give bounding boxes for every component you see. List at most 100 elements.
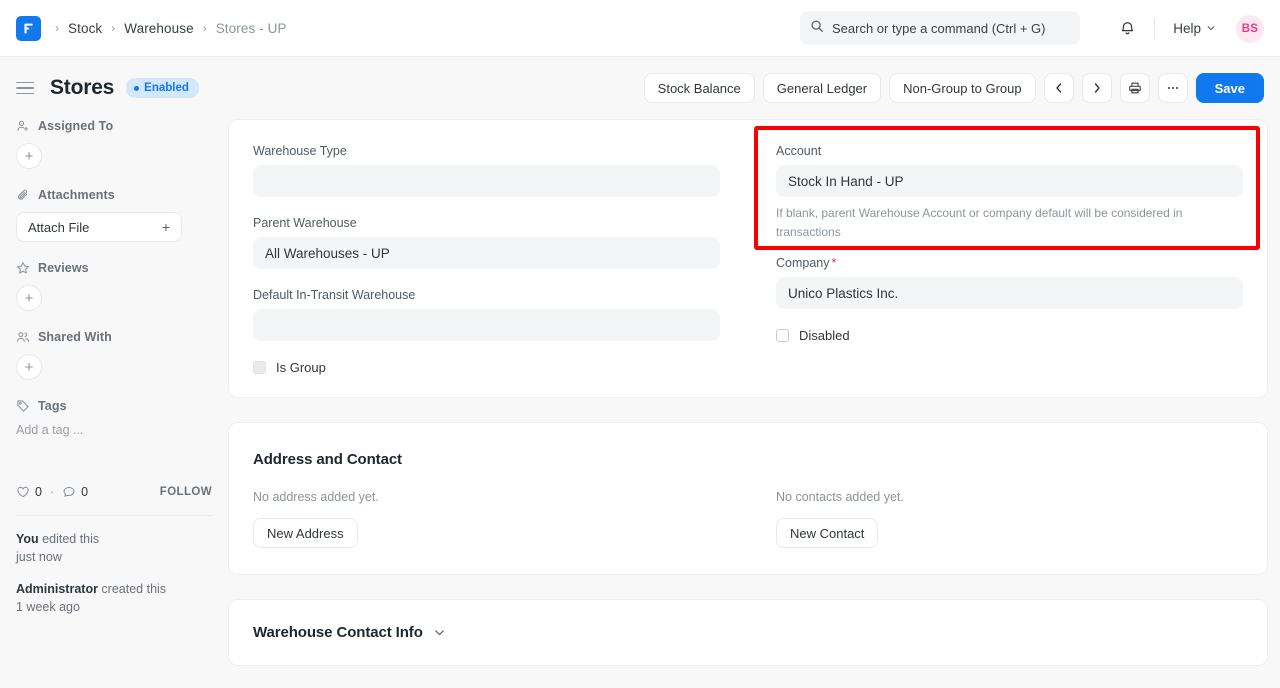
sidebar-section-attachments: Attachments Attach File + xyxy=(16,188,212,242)
breadcrumb-item-warehouse[interactable]: Warehouse xyxy=(124,21,193,36)
ellipsis-icon xyxy=(1166,81,1180,95)
breadcrumb-separator: › xyxy=(111,22,115,34)
address-column: No address added yet. New Address xyxy=(253,490,748,548)
contact-column: No contacts added yet. New Contact xyxy=(748,490,1243,548)
add-share-button[interactable]: + xyxy=(16,354,42,380)
disabled-checkbox[interactable] xyxy=(776,329,789,342)
follow-button[interactable]: FOLLOW xyxy=(160,486,212,498)
add-review-button[interactable]: + xyxy=(16,285,42,311)
warehouse-contact-info-title: Warehouse Contact Info xyxy=(253,624,423,641)
label-company: Company* xyxy=(776,256,1243,270)
status-badge-label: Enabled xyxy=(144,82,189,94)
next-document-button[interactable] xyxy=(1082,73,1112,103)
comment-counter[interactable]: 0 xyxy=(62,485,88,499)
activity-text: edited this xyxy=(39,532,99,546)
required-indicator: * xyxy=(832,256,837,270)
heart-icon xyxy=(16,485,30,499)
plus-icon: + xyxy=(162,219,170,235)
label-is-group: Is Group xyxy=(276,360,326,375)
stock-balance-button[interactable]: Stock Balance xyxy=(644,73,755,103)
user-plus-icon xyxy=(16,119,30,133)
sidebar-divider xyxy=(16,515,212,516)
label-default-in-transit-warehouse: Default In-Transit Warehouse xyxy=(253,288,720,302)
address-contact-card: Address and Contact No address added yet… xyxy=(228,422,1268,575)
save-button[interactable]: Save xyxy=(1196,73,1264,103)
add-assignment-button[interactable]: + xyxy=(16,143,42,169)
paperclip-icon xyxy=(16,188,30,202)
navbar-right: Help BS xyxy=(1110,0,1264,57)
activity-actor: Administrator xyxy=(16,582,98,596)
form-column-left: Warehouse Type Parent Warehouse All Ware… xyxy=(253,144,748,375)
sidebar-label-tags: Tags xyxy=(38,399,67,413)
chevron-down-icon xyxy=(1206,21,1216,36)
warehouse-contact-info-toggle[interactable]: Warehouse Contact Info xyxy=(229,600,1267,665)
help-label: Help xyxy=(1173,21,1201,36)
main-content: Warehouse Type Parent Warehouse All Ware… xyxy=(228,119,1280,688)
tag-icon xyxy=(16,399,30,413)
field-is-group[interactable]: Is Group xyxy=(253,360,720,375)
contacts-empty-text: No contacts added yet. xyxy=(776,490,1243,504)
breadcrumb-separator: › xyxy=(203,22,207,34)
status-dot-icon xyxy=(134,86,139,91)
new-address-button[interactable]: New Address xyxy=(253,518,358,548)
default-in-transit-warehouse-input[interactable] xyxy=(253,309,720,341)
attach-file-label: Attach File xyxy=(28,220,89,235)
general-ledger-button[interactable]: General Ledger xyxy=(763,73,881,103)
search-bar[interactable] xyxy=(800,11,1080,45)
activity-item-edited: You edited this just now xyxy=(16,530,212,566)
label-account: Account xyxy=(776,144,1243,158)
add-tag-input[interactable]: Add a tag ... xyxy=(16,423,212,437)
navbar-divider xyxy=(1154,18,1155,40)
address-contact-title: Address and Contact xyxy=(253,451,1243,468)
search-input[interactable] xyxy=(832,21,1070,36)
sidebar: Assigned To + Attachments Attach File + xyxy=(0,119,228,688)
prev-document-button[interactable] xyxy=(1044,73,1074,103)
frappe-logo-icon[interactable] xyxy=(16,16,41,41)
like-count: 0 xyxy=(35,485,42,499)
hamburger-icon[interactable] xyxy=(16,77,38,99)
sidebar-section-tags: Tags Add a tag ... xyxy=(16,399,212,437)
comment-icon xyxy=(62,485,76,499)
warehouse-type-input[interactable] xyxy=(253,165,720,197)
activity-actor: You xyxy=(16,532,39,546)
breadcrumb-separator: › xyxy=(55,22,59,34)
page-body: Assigned To + Attachments Attach File + xyxy=(0,119,1280,688)
field-account: Account Stock In Hand - UP If blank, par… xyxy=(776,144,1243,242)
attach-file-button[interactable]: Attach File + xyxy=(16,212,182,242)
non-group-to-group-button[interactable]: Non-Group to Group xyxy=(889,73,1036,103)
sidebar-label-attachments: Attachments xyxy=(38,188,115,202)
parent-warehouse-input[interactable]: All Warehouses - UP xyxy=(253,237,720,269)
comment-count: 0 xyxy=(81,485,88,499)
print-button[interactable] xyxy=(1120,73,1150,103)
activity-item-created: Administrator created this 1 week ago xyxy=(16,580,212,616)
printer-icon xyxy=(1128,81,1142,95)
sidebar-section-assigned-to: Assigned To + xyxy=(16,119,212,169)
company-input[interactable]: Unico Plastics Inc. xyxy=(776,277,1243,309)
avatar[interactable]: BS xyxy=(1236,15,1264,43)
breadcrumb-item-stock[interactable]: Stock xyxy=(68,21,102,36)
field-disabled[interactable]: Disabled xyxy=(776,328,1243,343)
sidebar-stats: 0 · 0 FOLLOW xyxy=(16,485,212,499)
help-menu[interactable]: Help xyxy=(1165,16,1224,41)
is-group-checkbox[interactable] xyxy=(253,361,266,374)
bell-icon[interactable] xyxy=(1110,12,1144,46)
field-parent-warehouse: Parent Warehouse All Warehouses - UP xyxy=(253,216,720,269)
warehouse-contact-info-card[interactable]: Warehouse Contact Info xyxy=(228,599,1268,666)
new-contact-button[interactable]: New Contact xyxy=(776,518,878,548)
chevron-right-icon xyxy=(1091,82,1103,94)
address-empty-text: No address added yet. xyxy=(253,490,720,504)
more-actions-button[interactable] xyxy=(1158,73,1188,103)
label-warehouse-type: Warehouse Type xyxy=(253,144,720,158)
sidebar-section-shared-with: Shared With + xyxy=(16,330,212,380)
like-counter[interactable]: 0 xyxy=(16,485,42,499)
form-column-right: Account Stock In Hand - UP If blank, par… xyxy=(748,144,1243,375)
navbar: › Stock › Warehouse › Stores - UP Help B… xyxy=(0,0,1280,57)
label-disabled: Disabled xyxy=(799,328,850,343)
users-icon xyxy=(16,330,30,344)
stats-separator: · xyxy=(50,485,54,499)
page-actions: Stock Balance General Ledger Non-Group t… xyxy=(644,73,1264,103)
sidebar-section-reviews: Reviews + xyxy=(16,261,212,311)
field-company: Company* Unico Plastics Inc. xyxy=(776,256,1243,309)
account-input[interactable]: Stock In Hand - UP xyxy=(776,165,1243,197)
page-header: Stores Enabled Stock Balance General Led… xyxy=(0,57,1280,119)
